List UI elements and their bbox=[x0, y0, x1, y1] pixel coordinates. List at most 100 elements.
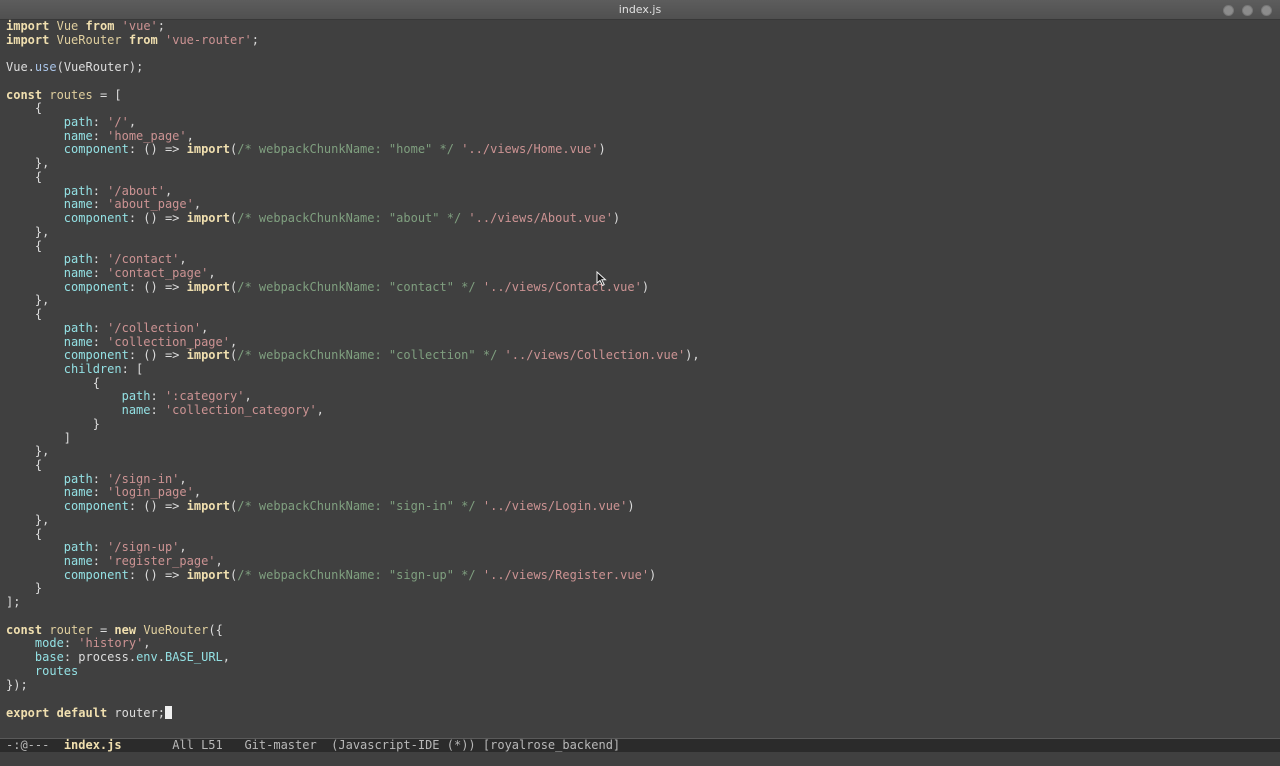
code-line[interactable]: name: 'collection_category', bbox=[6, 403, 1266, 418]
code-line[interactable]: } bbox=[6, 416, 1266, 432]
code-token: : bbox=[92, 471, 108, 486]
code-token: component bbox=[63, 211, 129, 226]
code-line[interactable]: const routes = [ bbox=[6, 88, 1266, 103]
code-line[interactable]: name: 'contact_page', bbox=[6, 266, 1266, 281]
code-line[interactable]: { bbox=[6, 527, 1266, 542]
code-line[interactable]: }); bbox=[6, 677, 1266, 693]
code-line[interactable]: component: () => import(/* webpackChunkN… bbox=[6, 279, 1266, 295]
code-editor[interactable]: import Vue from 'vue'; import VueRouter f… bbox=[6, 19, 1266, 738]
code-token: . bbox=[157, 650, 165, 665]
code-line[interactable]: name: 'login_page', bbox=[6, 486, 1266, 500]
code-token: Vue. bbox=[6, 60, 35, 75]
code-line[interactable]: ]; bbox=[6, 595, 1266, 610]
code-line[interactable]: path: '/about', bbox=[6, 183, 1266, 199]
code-token: /* webpackChunkName: "collection" */ bbox=[237, 348, 498, 363]
code-line[interactable]: }, bbox=[6, 294, 1266, 308]
code-token: : [ bbox=[121, 361, 144, 376]
code-line[interactable]: Vue.use(VueRouter); bbox=[6, 60, 1266, 75]
minibuffer[interactable] bbox=[0, 752, 1280, 766]
code-token: ; bbox=[251, 32, 259, 47]
code-line[interactable]: const router = new VueRouter({ bbox=[6, 622, 1266, 638]
code-line[interactable]: }, bbox=[6, 513, 1266, 528]
code-line[interactable]: children: [ bbox=[6, 361, 1266, 377]
code-token: '/collection' bbox=[107, 320, 202, 335]
code-line[interactable]: }, bbox=[6, 444, 1266, 459]
mode-line: -:@--- index.js All L51 Git-master (Java… bbox=[0, 738, 1280, 752]
code-token: import bbox=[6, 19, 50, 33]
code-line[interactable]: export default router; bbox=[6, 705, 1266, 720]
code-token: path bbox=[63, 471, 93, 486]
code-token: component bbox=[63, 279, 129, 294]
code-line[interactable]: { bbox=[6, 458, 1266, 473]
code-token: ), bbox=[685, 348, 700, 363]
code-line[interactable]: name: 'home_page', bbox=[6, 129, 1266, 144]
code-line[interactable]: component: () => import(/* webpackChunkN… bbox=[6, 211, 1266, 226]
code-line[interactable]: component: () => import(/* webpackChunkN… bbox=[6, 567, 1266, 583]
code-line[interactable]: { bbox=[6, 376, 1266, 391]
code-token: VueRouter bbox=[56, 32, 122, 47]
code-line[interactable] bbox=[6, 75, 1266, 89]
code-line[interactable]: }, bbox=[6, 156, 1266, 171]
code-line[interactable]: mode: 'history', bbox=[6, 636, 1266, 651]
code-line[interactable]: name: 'about_page', bbox=[6, 197, 1266, 212]
code-line[interactable]: base: process.env.BASE_URL, bbox=[6, 650, 1266, 665]
code-token: : bbox=[92, 183, 108, 198]
code-line[interactable]: name: 'collection_page', bbox=[6, 335, 1266, 350]
modeline-modes[interactable]: (Javascript-IDE (*)) bbox=[331, 738, 476, 752]
code-line[interactable]: component: () => import(/* webpackChunkN… bbox=[6, 143, 1266, 157]
code-line[interactable]: routes bbox=[6, 664, 1266, 679]
code-line[interactable]: component: () => import(/* webpackChunkN… bbox=[6, 348, 1266, 363]
code-line[interactable] bbox=[6, 610, 1266, 624]
code-line[interactable]: { bbox=[6, 170, 1266, 185]
minimize-button[interactable] bbox=[1223, 5, 1234, 16]
code-line[interactable]: } bbox=[6, 582, 1266, 596]
close-button[interactable] bbox=[1261, 5, 1272, 16]
code-token: ) bbox=[598, 142, 606, 157]
code-token: , bbox=[215, 554, 223, 569]
code-line[interactable]: import VueRouter from 'vue-router'; bbox=[6, 32, 1266, 48]
code-token: '../views/Contact.vue' bbox=[482, 279, 642, 294]
title-bar[interactable]: index.js bbox=[0, 0, 1280, 20]
modeline-buffer-name[interactable]: index.js bbox=[64, 738, 122, 752]
code-token: }); bbox=[6, 677, 28, 692]
code-line[interactable]: name: 'register_page', bbox=[6, 554, 1266, 569]
code-line[interactable]: { bbox=[6, 239, 1266, 254]
code-line[interactable] bbox=[6, 47, 1266, 61]
code-token: VueRouter bbox=[143, 622, 209, 637]
code-token: : bbox=[92, 197, 108, 212]
code-line[interactable]: path: '/sign-up', bbox=[6, 540, 1266, 555]
code-token: export bbox=[6, 705, 50, 720]
code-line[interactable]: ] bbox=[6, 431, 1266, 446]
code-line[interactable]: { bbox=[6, 307, 1266, 322]
code-line[interactable]: }, bbox=[6, 225, 1266, 240]
code-token: } bbox=[6, 416, 100, 431]
code-line[interactable]: path: '/sign-in', bbox=[6, 471, 1266, 487]
code-line[interactable]: { bbox=[6, 101, 1266, 116]
code-line[interactable] bbox=[6, 692, 1266, 706]
code-token: { bbox=[6, 101, 43, 116]
code-line[interactable]: component: () => import(/* webpackChunkN… bbox=[6, 499, 1266, 514]
code-token: component bbox=[63, 567, 129, 582]
modeline-vcs[interactable]: Git-master bbox=[244, 738, 316, 752]
code-token: 'history' bbox=[78, 636, 144, 651]
code-token: env bbox=[136, 650, 158, 665]
code-token: }, bbox=[6, 444, 50, 459]
code-token: import bbox=[186, 348, 230, 363]
code-token: import bbox=[186, 211, 230, 226]
code-line[interactable]: path: ':category', bbox=[6, 390, 1266, 404]
code-line[interactable]: import Vue from 'vue'; bbox=[6, 19, 1266, 34]
code-line[interactable]: path: '/collection', bbox=[6, 320, 1266, 336]
maximize-button[interactable] bbox=[1242, 5, 1253, 16]
code-line[interactable]: path: '/', bbox=[6, 115, 1266, 130]
code-line[interactable]: path: '/contact', bbox=[6, 252, 1266, 267]
code-token: : bbox=[92, 320, 108, 335]
code-token: 'login_page' bbox=[107, 485, 194, 500]
